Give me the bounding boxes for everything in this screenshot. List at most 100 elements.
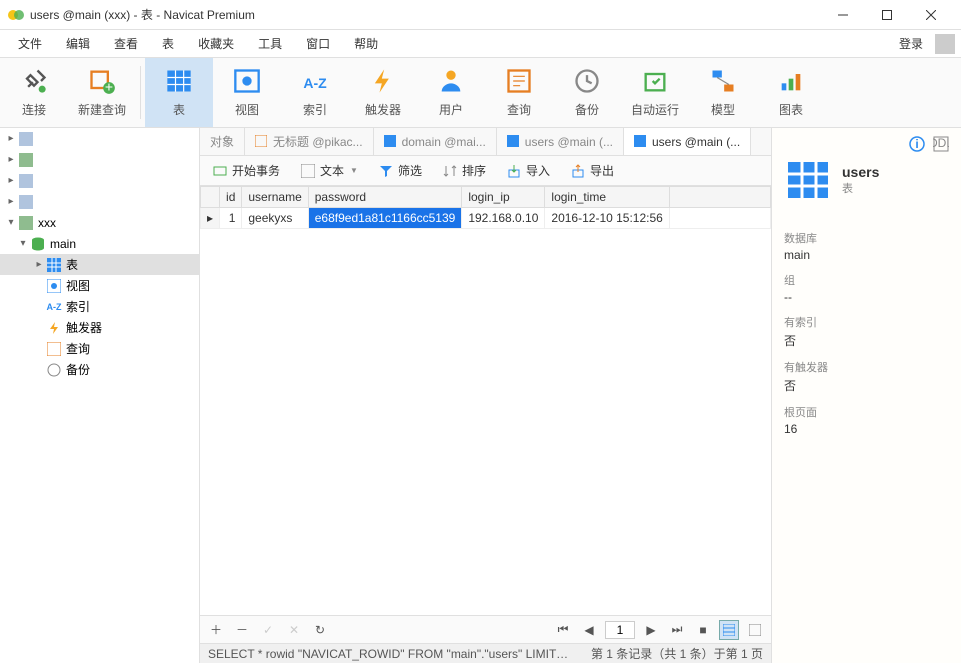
- tree-connection-1[interactable]: ▸: [0, 128, 199, 149]
- tree-connection-3[interactable]: ▸: [0, 170, 199, 191]
- tree-node-tables-label: 表: [66, 256, 78, 273]
- minimize-button[interactable]: [821, 0, 865, 30]
- avatar-icon[interactable]: [935, 34, 955, 54]
- page-input[interactable]: [605, 621, 635, 639]
- cell-login-time[interactable]: 2016-12-10 15:12:56: [545, 208, 669, 229]
- tree-node-views[interactable]: 视图: [0, 275, 199, 296]
- delete-record-button[interactable]: －: [232, 620, 252, 640]
- tree-database-label: main: [50, 237, 76, 251]
- refresh-button[interactable]: ↻: [310, 620, 330, 640]
- tab-untitled[interactable]: 无标题 @pikac...: [245, 128, 374, 155]
- toolbar-new-query-label: 新建查询: [78, 101, 126, 118]
- form-view-button[interactable]: [745, 620, 765, 640]
- table-icon: [46, 257, 62, 273]
- view-icon: [233, 67, 261, 95]
- info-root-page-value: 16: [784, 422, 949, 436]
- tree-node-triggers[interactable]: 触发器: [0, 317, 199, 338]
- column-header-username[interactable]: username: [242, 187, 308, 208]
- info-db-label: 数据库: [784, 230, 949, 246]
- plug-icon: [20, 67, 48, 95]
- menu-edit[interactable]: 编辑: [54, 31, 102, 56]
- filter-button[interactable]: 筛选: [374, 159, 426, 182]
- export-button[interactable]: 导出: [566, 159, 618, 182]
- toolbar-query[interactable]: 查询: [485, 58, 553, 127]
- toolbar-trigger[interactable]: 触发器: [349, 58, 417, 127]
- column-header-login-ip[interactable]: login_ip: [462, 187, 545, 208]
- menu-tools[interactable]: 工具: [246, 31, 294, 56]
- menu-table[interactable]: 表: [150, 31, 186, 56]
- tree-connection-2[interactable]: ▸: [0, 149, 199, 170]
- svg-text:DDL: DDL: [933, 136, 949, 150]
- column-header-password[interactable]: password: [308, 187, 462, 208]
- menu-favorites[interactable]: 收藏夹: [186, 31, 246, 56]
- tab-domain[interactable]: domain @mai...: [374, 128, 497, 155]
- chevron-down-icon[interactable]: ▾: [16, 238, 30, 249]
- chevron-down-icon: ▼: [350, 166, 358, 175]
- text-button[interactable]: 文本▼: [296, 159, 362, 182]
- grid-view-button[interactable]: [719, 620, 739, 640]
- cell-password[interactable]: e68f9ed1a81c1166cc5139: [308, 208, 462, 229]
- database-icon: [30, 236, 46, 252]
- login-link[interactable]: 登录: [891, 31, 931, 56]
- cancel-button[interactable]: ✕: [284, 620, 304, 640]
- sqlite-icon: [18, 152, 34, 168]
- ddl-icon[interactable]: DDL: [933, 136, 949, 152]
- toolbar-model[interactable]: 模型: [689, 58, 757, 127]
- info-has-trigger-value: 否: [784, 377, 949, 394]
- toolbar-table[interactable]: 表: [145, 58, 213, 127]
- tree-database-main[interactable]: ▾ main: [0, 233, 199, 254]
- tree-node-triggers-label: 触发器: [66, 319, 102, 336]
- table-row[interactable]: ▸ 1 geekyxs e68f9ed1a81c1166cc5139 192.1…: [201, 208, 771, 229]
- toolbar-automation[interactable]: 自动运行: [621, 58, 689, 127]
- close-button[interactable]: [909, 0, 953, 30]
- status-record-count: 第 1 条记录（共 1 条）于第 1 页: [591, 645, 763, 662]
- toolbar-user[interactable]: 用户: [417, 58, 485, 127]
- filter-label: 筛选: [398, 162, 422, 179]
- last-page-button[interactable]: ⏭: [667, 620, 687, 640]
- import-button[interactable]: 导入: [502, 159, 554, 182]
- column-header-login-time[interactable]: login_time: [545, 187, 669, 208]
- toolbar-connect-label: 连接: [22, 101, 46, 118]
- chevron-down-icon[interactable]: ▾: [4, 217, 18, 228]
- info-icon[interactable]: i: [909, 136, 925, 152]
- menu-view[interactable]: 查看: [102, 31, 150, 56]
- row-marker-header: [201, 187, 220, 208]
- begin-transaction-button[interactable]: 开始事务: [208, 159, 284, 182]
- table-icon: [384, 135, 398, 149]
- menu-help[interactable]: 帮助: [342, 31, 390, 56]
- maximize-button[interactable]: [865, 0, 909, 30]
- tree-connection-5-label: xxx: [38, 216, 56, 230]
- toolbar-trigger-label: 触发器: [365, 101, 401, 118]
- toolbar-view[interactable]: 视图: [213, 58, 281, 127]
- tree-node-indexes[interactable]: A-Z索引: [0, 296, 199, 317]
- first-page-button[interactable]: ⏮: [553, 620, 573, 640]
- menu-file[interactable]: 文件: [6, 31, 54, 56]
- stop-button[interactable]: ■: [693, 620, 713, 640]
- toolbar-chart[interactable]: 图表: [757, 58, 825, 127]
- cell-login-ip[interactable]: 192.168.0.10: [462, 208, 545, 229]
- tab-users-2[interactable]: users @main (...: [624, 128, 751, 155]
- toolbar-new-query[interactable]: + 新建查询: [68, 58, 136, 127]
- next-page-button[interactable]: ▶: [641, 620, 661, 640]
- tab-objects[interactable]: 对象: [200, 128, 245, 155]
- toolbar-index[interactable]: A-Z 索引: [281, 58, 349, 127]
- cell-id[interactable]: 1: [220, 208, 242, 229]
- tab-users-1[interactable]: users @main (...: [497, 128, 624, 155]
- sort-button[interactable]: 排序: [438, 159, 490, 182]
- column-header-id[interactable]: id: [220, 187, 242, 208]
- data-grid[interactable]: id username password login_ip login_time…: [200, 186, 771, 615]
- tree-node-backups[interactable]: 备份: [0, 359, 199, 380]
- add-record-button[interactable]: ＋: [206, 620, 226, 640]
- menu-window[interactable]: 窗口: [294, 31, 342, 56]
- tree-connection-5[interactable]: ▾ xxx: [0, 212, 199, 233]
- window-controls: [821, 0, 953, 30]
- tree-connection-4[interactable]: ▸: [0, 191, 199, 212]
- toolbar-view-label: 视图: [235, 101, 259, 118]
- toolbar-connect[interactable]: 连接: [0, 58, 68, 127]
- toolbar-backup[interactable]: 备份: [553, 58, 621, 127]
- tree-node-tables[interactable]: ▸表: [0, 254, 199, 275]
- prev-page-button[interactable]: ◀: [579, 620, 599, 640]
- tree-node-queries[interactable]: 查询: [0, 338, 199, 359]
- cell-username[interactable]: geekyxs: [242, 208, 308, 229]
- commit-button[interactable]: ✓: [258, 620, 278, 640]
